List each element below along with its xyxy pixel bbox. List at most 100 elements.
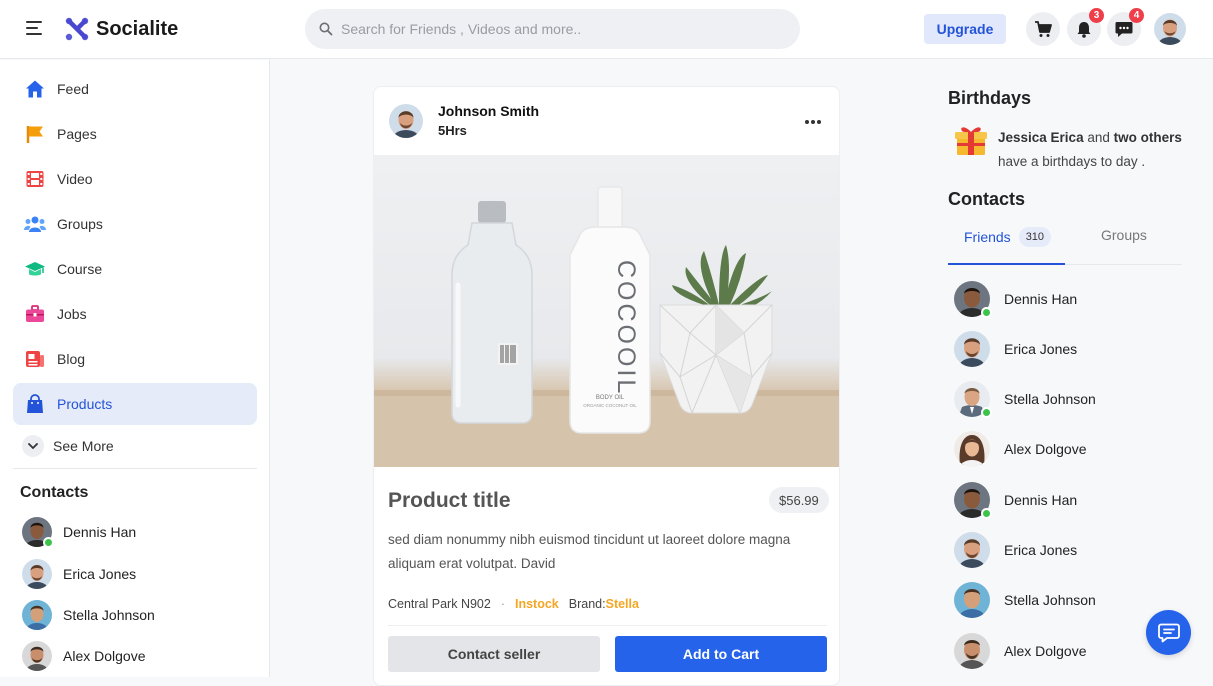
contact-item[interactable]: Dennis Han — [954, 482, 1078, 519]
sidebar-contact[interactable]: Alex Dolgove — [22, 641, 146, 671]
sidebar-contact[interactable]: Erica Jones — [22, 559, 136, 589]
app-logo[interactable]: Socialite — [64, 16, 178, 42]
sidebar-item-label: Video — [57, 171, 93, 187]
svg-text:ORGANIC COCONUT OIL: ORGANIC COCONUT OIL — [583, 403, 637, 408]
avatar — [954, 532, 990, 568]
blog-icon — [24, 348, 46, 370]
user-avatar[interactable] — [1154, 13, 1186, 45]
sidebar-item-label: Products — [57, 396, 113, 412]
product-image[interactable]: COCOOIL BODY OIL ORGANIC COCONUT OIL — [374, 155, 839, 467]
contact-item[interactable]: Erica Jones — [954, 532, 1077, 568]
notifications-badge: 3 — [1089, 8, 1104, 23]
upgrade-button[interactable]: Upgrade — [924, 14, 1006, 44]
avatar — [22, 641, 52, 671]
product-description: sed diam nonummy nibh euismod tincidunt … — [388, 532, 791, 571]
app-name: Socialite — [96, 17, 179, 40]
avatar — [22, 517, 54, 548]
sidebar-item-feed[interactable]: Feed — [13, 68, 257, 110]
sidebar-item-groups[interactable]: Groups — [13, 203, 257, 245]
sidebar-item-pages[interactable]: Pages — [13, 113, 257, 155]
birthday-text: Jessica Erica and two others have a birt… — [998, 130, 1182, 169]
birthdays-title: Birthdays — [948, 88, 1032, 108]
online-status-indicator — [981, 307, 992, 318]
active-tab-indicator — [948, 263, 1065, 265]
contact-name: Alex Dolgove — [1004, 643, 1087, 659]
sidebar-item-label: Jobs — [57, 306, 87, 322]
sidebar-item-jobs[interactable]: Jobs — [13, 293, 257, 335]
messages-badge: 4 — [1129, 8, 1144, 23]
add-to-cart-button[interactable]: Add to Cart — [615, 636, 827, 672]
sidebar-item-label: Course — [57, 261, 103, 277]
avatar — [954, 482, 992, 519]
tab-label: Groups — [1101, 227, 1147, 243]
left-sidebar: Feed Pages Video Groups Course Jobs Blog… — [0, 60, 270, 677]
contact-name: Alex Dolgove — [63, 648, 146, 664]
more-options-icon[interactable] — [804, 109, 822, 130]
author-avatar[interactable] — [389, 104, 423, 138]
sidebar-item-products[interactable]: Products — [13, 383, 257, 425]
tab-friends[interactable]: Friends 310 — [964, 227, 1052, 247]
contact-item[interactable]: Erica Jones — [954, 331, 1077, 367]
online-status-indicator — [43, 537, 54, 548]
contact-name: Stella Johnson — [1004, 391, 1096, 407]
sidebar-item-video[interactable]: Video — [13, 158, 257, 200]
gift-icon — [954, 123, 988, 162]
messages-button[interactable]: 4 — [1107, 8, 1144, 46]
sidebar-item-course[interactable]: Course — [13, 248, 257, 290]
svg-text:BODY OIL: BODY OIL — [596, 395, 625, 401]
search-input[interactable] — [341, 21, 781, 37]
post-header: Johnson Smith 5Hrs — [374, 87, 839, 155]
avatar — [954, 582, 990, 618]
briefcase-icon — [24, 303, 46, 325]
see-more-button[interactable]: See More — [22, 435, 114, 457]
contact-name: Erica Jones — [63, 566, 137, 582]
contacts-title: Contacts — [948, 189, 1026, 209]
price-badge: $56.99 — [769, 487, 829, 513]
notifications-button[interactable]: 3 — [1067, 8, 1104, 46]
post-time: 5Hrs — [438, 123, 467, 138]
contact-name: Erica Jones — [1004, 341, 1078, 357]
brand-value[interactable]: Stella — [606, 597, 639, 611]
sidebar-contact[interactable]: Stella Johnson — [22, 600, 155, 630]
contact-item[interactable]: Alex Dolgove — [954, 431, 1087, 467]
contact-item[interactable]: Stella Johnson — [954, 582, 1096, 618]
divider — [13, 468, 257, 469]
contact-item[interactable]: Alex Dolgove — [954, 633, 1087, 669]
contact-name: Alex Dolgove — [1004, 441, 1087, 457]
cart-button[interactable] — [1026, 12, 1060, 46]
tab-groups[interactable]: Groups — [1101, 227, 1147, 243]
avatar — [954, 381, 992, 418]
product-location: Central Park N902 — [388, 597, 491, 611]
contact-item[interactable]: Stella Johnson — [954, 381, 1096, 418]
contact-seller-button[interactable]: Contact seller — [388, 636, 600, 672]
sidebar-item-blog[interactable]: Blog — [13, 338, 257, 380]
stock-status: Instock — [515, 597, 559, 611]
hamburger-menu-icon[interactable] — [26, 20, 44, 36]
film-icon — [24, 168, 46, 190]
birthday-others[interactable]: two others — [1114, 130, 1182, 145]
sidebar-item-label: Feed — [57, 81, 89, 97]
avatar — [954, 633, 990, 669]
avatar — [954, 431, 990, 467]
users-icon — [24, 213, 46, 235]
message-icon — [1115, 21, 1133, 37]
graduation-cap-icon — [24, 258, 46, 280]
bottle-brand-text: COCOOIL — [612, 260, 640, 396]
contact-name: Stella Johnson — [1004, 592, 1096, 608]
product-post-card: Johnson Smith 5Hrs COCOOIL BODY OIL ORGA… — [373, 86, 840, 686]
see-more-label: See More — [53, 438, 114, 454]
birthday-name[interactable]: Jessica Erica — [998, 130, 1084, 145]
search-bar[interactable] — [305, 9, 800, 49]
socialite-logo-icon — [65, 17, 89, 41]
contact-name: Dennis Han — [63, 524, 137, 540]
contact-name: Dennis Han — [1004, 492, 1078, 508]
search-icon — [319, 22, 333, 36]
sidebar-contact[interactable]: Dennis Han — [22, 517, 137, 548]
flag-icon — [24, 123, 46, 145]
contact-item[interactable]: Dennis Han — [954, 281, 1077, 318]
meta-separator: · — [500, 597, 505, 611]
product-title[interactable]: Product title — [388, 489, 511, 513]
chat-button[interactable] — [1146, 610, 1191, 655]
post-author-name[interactable]: Johnson Smith — [438, 103, 539, 119]
contact-name: Stella Johnson — [63, 607, 155, 623]
